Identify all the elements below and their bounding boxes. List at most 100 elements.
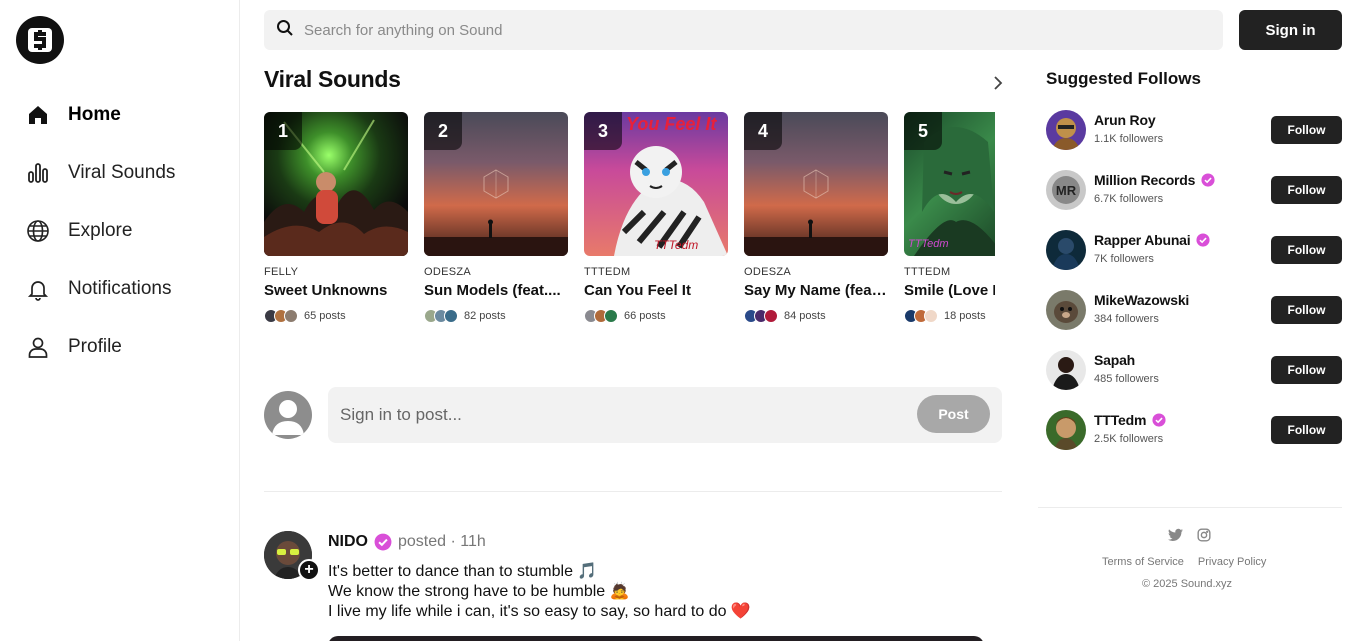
track-posts[interactable]: 65 posts [264, 309, 408, 323]
privacy-link[interactable]: Privacy Policy [1198, 556, 1266, 568]
rank-badge: 5 [904, 112, 942, 150]
default-user-icon [272, 400, 304, 435]
verified-badge-icon [1196, 233, 1211, 247]
suggested-user[interactable]: MikeWazowski 384 followers Follow [1046, 290, 1342, 350]
sound-logo[interactable] [16, 16, 64, 64]
follow-button[interactable]: Follow [1271, 176, 1342, 204]
poster-avatars [264, 309, 300, 323]
instagram-icon[interactable] [1197, 528, 1211, 547]
track-artist[interactable]: ODESZA [744, 266, 888, 278]
track-title[interactable]: Can You Feel It [584, 282, 728, 299]
track-card[interactable]: 1 FELLY Sweet Unknowns 65 posts [264, 112, 408, 323]
post-author-name[interactable]: NIDO [328, 533, 368, 551]
track-cover[interactable]: 1 [264, 112, 408, 256]
suggested-user[interactable]: Arun Roy 1.1K followers Follow [1046, 110, 1342, 170]
bars-icon [26, 161, 50, 185]
suggested-user[interactable]: MR Million Records 6.7K followers Follow [1046, 170, 1342, 230]
track-title[interactable]: Smile (Love Ri [904, 282, 995, 299]
follow-plus-icon[interactable]: + [298, 559, 320, 581]
track-posts[interactable]: 18 posts [904, 309, 995, 323]
post-meta: posted · 11h [398, 533, 486, 550]
track-title[interactable]: Sweet Unknowns [264, 282, 408, 299]
user-avatar[interactable] [1046, 110, 1086, 150]
chevron-right-icon[interactable] [988, 73, 1008, 93]
nav-item-notifications[interactable]: Notifications [0, 260, 240, 318]
track-artist[interactable]: TTTEDM [584, 266, 728, 278]
poster-avatars [904, 309, 940, 323]
footer-links: Terms of Service Privacy Policy [1102, 556, 1266, 568]
follow-button[interactable]: Follow [1271, 116, 1342, 144]
user-followers: 6.7K followers [1094, 193, 1164, 205]
follow-button[interactable]: Follow [1271, 236, 1342, 264]
user-name[interactable]: Sapah [1094, 352, 1135, 368]
suggested-follows-title: Suggested Follows [1046, 69, 1201, 88]
track-cover[interactable]: 2 [424, 112, 568, 256]
user-avatar[interactable] [1046, 410, 1086, 450]
verified-badge-icon [1201, 173, 1215, 187]
copyright-text: © 2025 Sound.xyz [1142, 578, 1233, 590]
track-card[interactable]: You Feel It TTTedm 3 TTTEDM Can You Feel… [584, 112, 728, 323]
composer-placeholder[interactable]: Sign in to post... [340, 405, 462, 425]
follow-button[interactable]: Follow [1271, 416, 1342, 444]
user-name[interactable]: TTTedm [1094, 412, 1166, 428]
twitter-icon[interactable] [1168, 528, 1183, 547]
poster-avatars [584, 309, 620, 323]
post-header: NIDO posted · 11h [328, 533, 486, 551]
follow-button[interactable]: Follow [1271, 296, 1342, 324]
user-name[interactable]: MikeWazowski [1094, 292, 1189, 308]
poster-avatars [744, 309, 780, 323]
posts-count: 82 posts [464, 310, 506, 322]
track-card[interactable]: 4 ODESZA Say My Name (feat.... 84 posts [744, 112, 888, 323]
user-name[interactable]: Rapper Abunai [1094, 232, 1211, 248]
nav-item-label: Profile [68, 336, 122, 357]
main-nav: Home Viral Sounds Explore Notifications … [0, 86, 240, 376]
track-card[interactable]: 2 ODESZA Sun Models (feat.... 82 posts [424, 112, 568, 323]
track-cover[interactable]: You Feel It TTTedm 3 [584, 112, 728, 256]
social-links [1168, 528, 1211, 547]
suggested-follows-list: Arun Roy 1.1K followers Follow MR Millio… [1046, 110, 1342, 470]
track-card[interactable]: TTTedm 5 TTTEDM Smile (Love Ri 18 posts [904, 112, 995, 323]
sound-logo-icon [28, 28, 52, 52]
track-posts[interactable]: 84 posts [744, 309, 888, 323]
track-title[interactable]: Say My Name (feat.... [744, 282, 888, 299]
suggested-user[interactable]: Sapah 485 followers Follow [1046, 350, 1342, 410]
track-posts[interactable]: 82 posts [424, 309, 568, 323]
suggested-user[interactable]: Rapper Abunai 7K followers Follow [1046, 230, 1342, 290]
track-artist[interactable]: TTTEDM [904, 266, 995, 278]
user-followers: 1.1K followers [1094, 133, 1164, 145]
track-title[interactable]: Sun Models (feat.... [424, 282, 568, 299]
nav-item-home[interactable]: Home [0, 86, 240, 144]
terms-link[interactable]: Terms of Service [1102, 556, 1184, 568]
track-artist[interactable]: FELLY [264, 266, 408, 278]
nav-item-viral-sounds[interactable]: Viral Sounds [0, 144, 240, 202]
user-name[interactable]: Million Records [1094, 172, 1215, 188]
rank-badge: 1 [264, 112, 302, 150]
user-avatar[interactable] [1046, 290, 1086, 330]
post-button[interactable]: Post [917, 395, 990, 433]
suggested-user[interactable]: TTTedm 2.5K followers Follow [1046, 410, 1342, 470]
track-artist[interactable]: ODESZA [424, 266, 568, 278]
home-icon [26, 103, 50, 127]
search-bar[interactable] [264, 10, 1223, 50]
rank-badge: 2 [424, 112, 462, 150]
nav-item-explore[interactable]: Explore [0, 202, 240, 260]
user-icon [26, 335, 50, 359]
follow-button[interactable]: Follow [1271, 356, 1342, 384]
post-composer[interactable]: Sign in to post... Post [328, 387, 1002, 443]
search-icon [276, 19, 294, 42]
user-name[interactable]: Arun Roy [1094, 112, 1156, 128]
user-avatar[interactable]: MR [1046, 170, 1086, 210]
track-cover[interactable]: TTTedm 5 [904, 112, 995, 256]
post-media-player[interactable] [328, 636, 984, 641]
user-avatar[interactable] [1046, 350, 1086, 390]
track-cover[interactable]: 4 [744, 112, 888, 256]
sign-in-button[interactable]: Sign in [1239, 10, 1342, 50]
user-followers: 7K followers [1094, 253, 1154, 265]
user-followers: 2.5K followers [1094, 433, 1164, 445]
user-avatar[interactable] [1046, 230, 1086, 270]
footer-divider [1038, 507, 1342, 508]
search-input[interactable] [304, 21, 1184, 39]
viral-sounds-title: Viral Sounds [264, 66, 401, 92]
nav-item-profile[interactable]: Profile [0, 318, 240, 376]
track-posts[interactable]: 66 posts [584, 309, 728, 323]
